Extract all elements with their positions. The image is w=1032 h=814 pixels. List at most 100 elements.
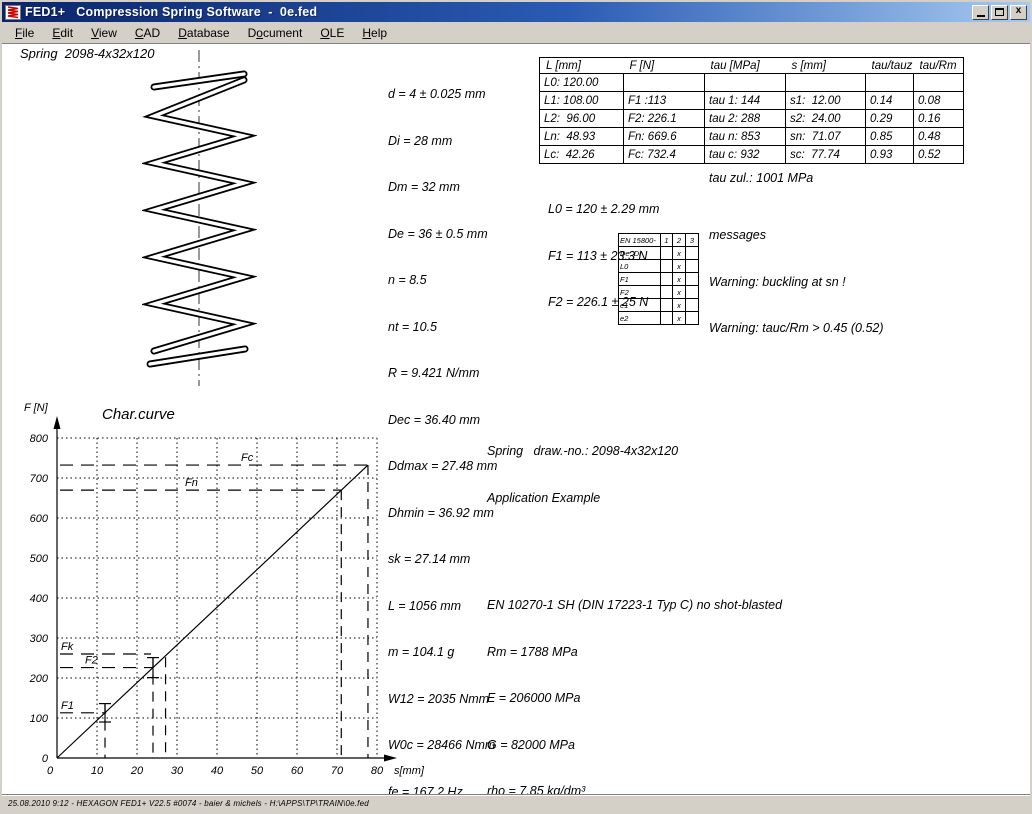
svg-text:50: 50 bbox=[251, 765, 264, 777]
svg-text:800: 800 bbox=[30, 433, 49, 445]
messages-title: messages bbox=[709, 228, 884, 244]
table-cell: Fc: 732.4 bbox=[624, 146, 705, 164]
table-cell: tau 1: 144 bbox=[705, 92, 786, 110]
menu-help[interactable]: Help bbox=[353, 23, 396, 43]
table-row: L1: 108.00 F1 :113 tau 1: 144 s1: 12.00 … bbox=[540, 92, 964, 110]
close-icon: x bbox=[1015, 7, 1021, 17]
check-col: 1 bbox=[661, 234, 673, 247]
info-line: G = 82000 MPa bbox=[487, 738, 782, 754]
warning-line: Warning: buckling at sn ! bbox=[709, 275, 884, 291]
maximize-icon bbox=[995, 8, 1004, 16]
table-cell bbox=[914, 74, 964, 92]
table-row: Ln: 48.93 Fn: 669.6 tau n: 853 sn: 71.07… bbox=[540, 128, 964, 146]
tau-zul-line: tau zul.: 1001 MPa bbox=[709, 171, 813, 187]
table-cell: sc: 77.74 bbox=[786, 146, 866, 164]
status-text: 25.08.2010 9:12 - HEXAGON FED1+ V22.5 #0… bbox=[8, 799, 369, 808]
col-header: L [mm] bbox=[540, 58, 624, 74]
report-canvas: Spring 2098-4x32x120 d = 4 ± 0.025 mm Di… bbox=[2, 44, 1030, 794]
drawing-info-block: Spring draw.-no.: 2098-4x32x120 Applicat… bbox=[487, 413, 782, 794]
table-cell: 0.93 bbox=[866, 146, 914, 164]
titlebar[interactable]: FED1+ Compression Spring Software - 0e.f… bbox=[2, 2, 1030, 22]
table-cell: L2: 96.00 bbox=[540, 110, 624, 128]
table-row: L0: 120.00 bbox=[540, 74, 964, 92]
table-cell: 0.52 bbox=[914, 146, 964, 164]
svg-text:F2: F2 bbox=[85, 655, 98, 667]
spring-drawing-title: Spring 2098-4x32x120 bbox=[20, 46, 154, 62]
svg-text:40: 40 bbox=[211, 765, 224, 777]
table-cell: 0.14 bbox=[866, 92, 914, 110]
info-line: E = 206000 MPa bbox=[487, 691, 782, 707]
info-line: EN 10270-1 SH (DIN 17223-1 Typ C) no sho… bbox=[487, 598, 782, 614]
table-cell: L1: 108.00 bbox=[540, 92, 624, 110]
svg-text:300: 300 bbox=[30, 633, 49, 645]
table-cell bbox=[786, 74, 866, 92]
check-row: F2 x bbox=[619, 286, 699, 299]
svg-text:Fk: Fk bbox=[61, 641, 74, 653]
table-cell: 0.29 bbox=[866, 110, 914, 128]
close-button[interactable]: x bbox=[1010, 5, 1027, 20]
col-header: s [mm] bbox=[786, 58, 866, 74]
info-line: Rm = 1788 MPa bbox=[487, 645, 782, 661]
window-title: FED1+ Compression Spring Software - 0e.f… bbox=[25, 5, 968, 19]
table-row: L2: 96.00 F2: 226.1 tau 2: 288 s2: 24.00… bbox=[540, 110, 964, 128]
svg-text:100: 100 bbox=[30, 713, 49, 725]
menu-database[interactable]: Database bbox=[169, 23, 238, 43]
minimize-button[interactable] bbox=[972, 5, 989, 20]
app-window: FED1+ Compression Spring Software - 0e.f… bbox=[0, 0, 1032, 814]
svg-text:20: 20 bbox=[130, 765, 144, 777]
info-line: Spring draw.-no.: 2098-4x32x120 bbox=[487, 444, 782, 460]
check-row: e2 x bbox=[619, 312, 699, 325]
info-line: Application Example bbox=[487, 491, 782, 507]
table-cell: tau 2: 288 bbox=[705, 110, 786, 128]
svg-text:Fc: Fc bbox=[241, 452, 254, 464]
table-cell: s2: 24.00 bbox=[786, 110, 866, 128]
maximize-button[interactable] bbox=[991, 5, 1008, 20]
svg-text:0: 0 bbox=[42, 753, 49, 765]
svg-text:10: 10 bbox=[91, 765, 104, 777]
check-row: L0 x bbox=[619, 260, 699, 273]
table-cell: 0.48 bbox=[914, 128, 964, 146]
menubar: File Edit View CAD Database Document OLE… bbox=[2, 22, 1030, 44]
warning-line: Warning: tauc/Rm > 0.45 (0.52) bbox=[709, 321, 884, 337]
svg-text:30: 30 bbox=[171, 765, 184, 777]
table-cell: 0.08 bbox=[914, 92, 964, 110]
table-cell: L0: 120.00 bbox=[540, 74, 624, 92]
col-header: F [N] bbox=[624, 58, 705, 74]
table-header-row: L [mm] F [N] tau [MPa] s [mm] tau/tauz t… bbox=[540, 58, 964, 74]
col-header: tau [MPa] bbox=[705, 58, 786, 74]
statusbar: 25.08.2010 9:12 - HEXAGON FED1+ V22.5 #0… bbox=[2, 794, 1030, 812]
table-cell: tau n: 853 bbox=[705, 128, 786, 146]
app-icon bbox=[5, 5, 21, 20]
menu-view[interactable]: View bbox=[82, 23, 126, 43]
menu-edit[interactable]: Edit bbox=[43, 23, 82, 43]
check-row: F1 x bbox=[619, 273, 699, 286]
svg-text:80: 80 bbox=[371, 765, 384, 777]
table-row: Lc: 42.26 Fc: 732.4 tau c: 932 sc: 77.74… bbox=[540, 146, 964, 164]
table-cell bbox=[705, 74, 786, 92]
check-row: De, Di x bbox=[619, 247, 699, 260]
svg-text:700: 700 bbox=[30, 473, 49, 485]
table-cell: 0.85 bbox=[866, 128, 914, 146]
messages-block: messages Warning: buckling at sn ! Warni… bbox=[709, 197, 884, 368]
check-col: 3 bbox=[686, 234, 699, 247]
menu-document[interactable]: Document bbox=[239, 23, 312, 43]
svg-text:600: 600 bbox=[30, 513, 49, 525]
menu-cad[interactable]: CAD bbox=[126, 23, 169, 43]
table-cell: Lc: 42.26 bbox=[540, 146, 624, 164]
table-cell: tau c: 932 bbox=[705, 146, 786, 164]
table-cell: F1 :113 bbox=[624, 92, 705, 110]
svg-text:F [N]: F [N] bbox=[24, 402, 49, 414]
svg-text:400: 400 bbox=[30, 593, 49, 605]
tolerance-line: L0 = 120 ± 2.29 mm bbox=[548, 202, 659, 218]
svg-text:s[mm]: s[mm] bbox=[394, 765, 425, 777]
menu-file[interactable]: File bbox=[6, 23, 43, 43]
table-cell bbox=[624, 74, 705, 92]
spring-drawing bbox=[142, 50, 257, 386]
svg-text:60: 60 bbox=[291, 765, 304, 777]
check-header-row: EN 15800- 1 2 3 bbox=[619, 234, 699, 247]
svg-text:Fn: Fn bbox=[185, 477, 198, 489]
table-cell: 0.16 bbox=[914, 110, 964, 128]
param-line: R = 9.421 N/mm bbox=[388, 366, 591, 382]
menu-ole[interactable]: OLE bbox=[311, 23, 353, 43]
info-line: rho = 7.85 kg/dm³ bbox=[487, 784, 782, 794]
